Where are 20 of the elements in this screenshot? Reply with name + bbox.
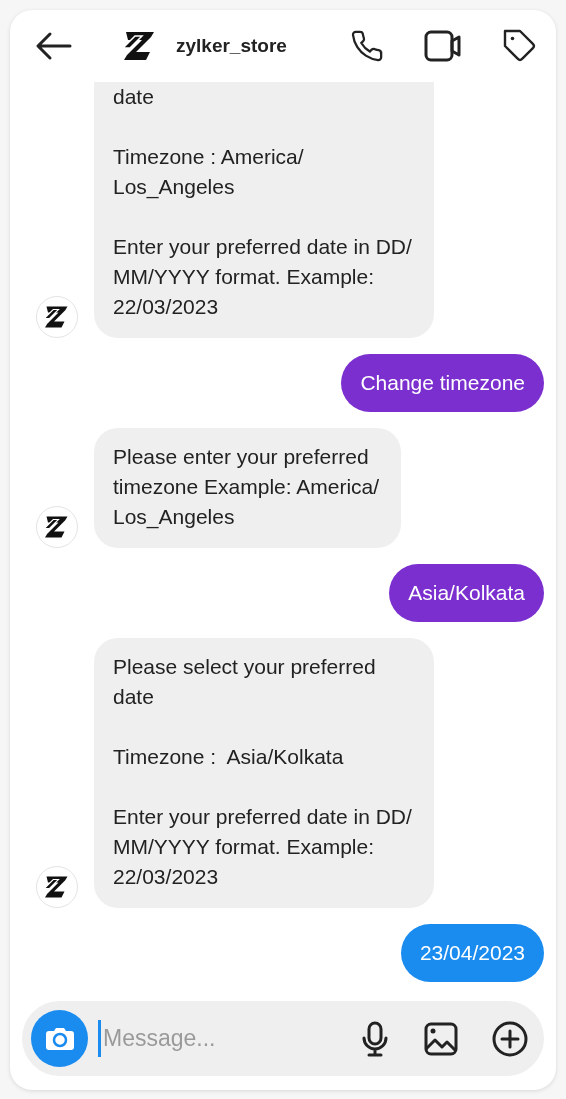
message-bubble: 23/04/2023 xyxy=(400,924,544,982)
phone-icon[interactable] xyxy=(350,29,384,63)
message-bubble: Change timezone xyxy=(341,354,544,412)
video-camera-icon[interactable] xyxy=(424,30,462,62)
image-icon[interactable] xyxy=(424,1021,458,1056)
message-bubble: date Timezone : America/ Los_Angeles Enter your preferred date in DD/ MM/YYYY format. Example: 22/03/2023 xyxy=(94,82,434,338)
avatar xyxy=(36,296,78,338)
add-icon[interactable] xyxy=(492,1020,528,1057)
camera-button[interactable] xyxy=(31,1010,88,1067)
message-input[interactable]: Message... xyxy=(98,1020,342,1057)
back-button[interactable] xyxy=(34,31,72,61)
message-bubble: Please enter your preferred timezone Example: America/ Los_Angeles xyxy=(94,428,402,548)
tag-icon[interactable] xyxy=(502,28,538,64)
message-bubble: Please select your preferred date Timezone : Asia/Kolkata Enter your preferred date in DD/ MM/YYYY format. Example: 22/03/2023 xyxy=(94,638,434,908)
chat-title: zylker_store xyxy=(176,33,287,58)
camera-icon xyxy=(44,1025,75,1052)
avatar xyxy=(36,866,78,908)
avatar xyxy=(36,506,78,548)
message-bubble: Asia/Kolkata xyxy=(389,564,544,622)
microphone-icon[interactable] xyxy=(360,1020,390,1057)
